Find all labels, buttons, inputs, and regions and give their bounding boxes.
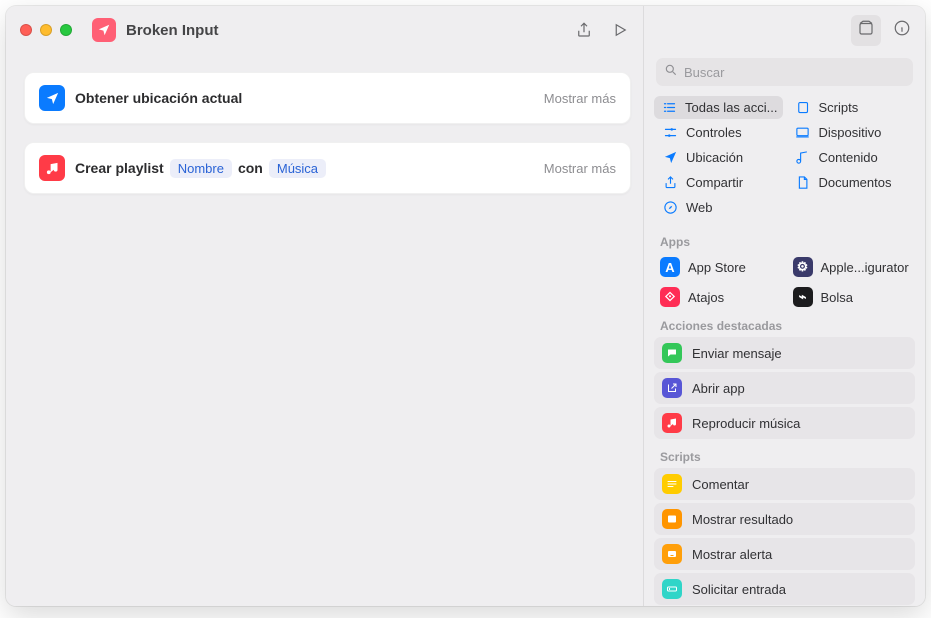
action-mid: con <box>238 160 263 176</box>
app-label: Atajos <box>688 290 724 305</box>
list-item[interactable]: Comentar <box>654 468 915 500</box>
titlebar-actions <box>575 21 629 39</box>
list-item[interactable]: Enviar mensaje <box>654 337 915 369</box>
app-label: Apple...igurator <box>821 260 909 275</box>
zoom-window-button[interactable] <box>60 24 72 36</box>
scripts-section-label: Scripts <box>644 442 925 468</box>
traffic-lights <box>20 24 72 36</box>
list-item-label: Abrir app <box>692 381 745 396</box>
action-card-playlist[interactable]: Crear playlist Nombre con Música Mostrar… <box>24 142 631 194</box>
doc-icon <box>795 175 811 190</box>
library-pane: Todas las acci... Scripts Controles Disposi… <box>643 6 925 606</box>
action-card-location[interactable]: Obtener ubicación actual Mostrar más <box>24 72 631 124</box>
list-item-label: Comentar <box>692 477 749 492</box>
category-device[interactable]: Dispositivo <box>787 121 916 144</box>
list-item-label: Enviar mensaje <box>692 346 782 361</box>
workflow-canvas[interactable]: Obtener ubicación actual Mostrar más Cre… <box>6 54 643 606</box>
category-label: Todas las acci... <box>685 100 778 115</box>
music-icon <box>662 413 682 433</box>
run-button[interactable] <box>611 21 629 39</box>
lines-icon <box>662 474 682 494</box>
alert-icon <box>662 544 682 564</box>
show-more-button[interactable]: Mostrar más <box>544 91 616 106</box>
scripts-list: Comentar Mostrar resultado Mostrar alerta S… <box>644 468 925 606</box>
category-doc[interactable]: Documentos <box>787 171 916 194</box>
app-item[interactable]: A App Store <box>654 253 783 281</box>
category-label: Web <box>686 200 713 215</box>
featured-section-label: Acciones destacadas <box>644 311 925 337</box>
app-item[interactable]: ⌁ Bolsa <box>787 283 916 311</box>
category-grid: Todas las acci... Scripts Controles Disposi… <box>644 96 925 227</box>
window: Broken Input Obtener ubicación actual <box>6 6 925 606</box>
titlebar: Broken Input <box>6 6 643 54</box>
category-location[interactable]: Ubicación <box>654 146 783 169</box>
category-label: Compartir <box>686 175 743 190</box>
library-scroll[interactable]: Todas las acci... Scripts Controles Disposi… <box>644 96 925 606</box>
share-button[interactable] <box>575 21 593 39</box>
list-item-label: Mostrar resultado <box>692 512 793 527</box>
search-input[interactable] <box>684 65 905 80</box>
minimize-window-button[interactable] <box>40 24 52 36</box>
shortcut-app-icon <box>92 18 116 42</box>
app-item[interactable]: ⚙ Apple...igurator <box>787 253 916 281</box>
list-item-label: Mostrar alerta <box>692 547 772 562</box>
category-share[interactable]: Compartir <box>654 171 783 194</box>
list-item[interactable]: Solicitar entrada <box>654 573 915 605</box>
list-icon <box>662 100 677 115</box>
result-icon <box>662 509 682 529</box>
category-label: Scripts <box>819 100 859 115</box>
search-box[interactable] <box>656 58 913 86</box>
featured-list: Enviar mensaje Abrir app Reproducir música <box>644 337 925 439</box>
app-icon: ⟐ <box>660 287 680 307</box>
action-prefix: Crear playlist <box>75 160 164 176</box>
list-item[interactable]: Mostrar resultado <box>654 503 915 535</box>
app-label: Bolsa <box>821 290 854 305</box>
apps-section-label: Apps <box>644 227 925 253</box>
device-icon <box>795 125 811 140</box>
controls-icon <box>662 125 678 140</box>
action-title: Obtener ubicación actual <box>75 90 242 106</box>
category-label: Controles <box>686 125 742 140</box>
app-icon: ⌁ <box>793 287 813 307</box>
playlist-source-token[interactable]: Música <box>269 159 326 178</box>
search-icon <box>664 63 678 82</box>
location-arrow-icon <box>39 85 65 111</box>
list-item-label: Solicitar entrada <box>692 582 786 597</box>
category-label: Contenido <box>819 150 878 165</box>
library-titlebar <box>644 6 925 54</box>
script-icon <box>795 100 811 115</box>
list-item[interactable]: Mostrar alerta <box>654 538 915 570</box>
bubble-icon <box>662 343 682 363</box>
show-more-button[interactable]: Mostrar más <box>544 161 616 176</box>
category-label: Dispositivo <box>819 125 882 140</box>
category-script[interactable]: Scripts <box>787 96 916 119</box>
app-icon: ⚙ <box>793 257 813 277</box>
share-icon <box>662 175 678 190</box>
category-list[interactable]: Todas las acci... <box>654 96 783 119</box>
category-controls[interactable]: Controles <box>654 121 783 144</box>
category-note[interactable]: Contenido <box>787 146 916 169</box>
safari-icon <box>662 200 678 215</box>
input-icon <box>662 579 682 599</box>
category-safari[interactable]: Web <box>654 196 783 219</box>
list-item-label: Reproducir música <box>692 416 800 431</box>
library-toggle-button[interactable] <box>851 15 881 46</box>
app-label: App Store <box>688 260 746 275</box>
list-item[interactable]: Abrir app <box>654 372 915 404</box>
music-note-icon <box>39 155 65 181</box>
open-icon <box>662 378 682 398</box>
list-item[interactable]: Reproducir música <box>654 407 915 439</box>
editor-pane: Broken Input Obtener ubicación actual <box>6 6 643 606</box>
app-item[interactable]: ⟐ Atajos <box>654 283 783 311</box>
app-icon: A <box>660 257 680 277</box>
window-title: Broken Input <box>126 22 565 39</box>
category-label: Documentos <box>819 175 892 190</box>
location-icon <box>662 150 678 165</box>
note-icon <box>795 150 811 165</box>
category-label: Ubicación <box>686 150 743 165</box>
close-window-button[interactable] <box>20 24 32 36</box>
info-button[interactable] <box>893 19 911 42</box>
playlist-name-token[interactable]: Nombre <box>170 159 232 178</box>
apps-grid: A App Store ⚙ Apple...igurator ⟐ Atajos ⌁ Bolsa <box>644 253 925 311</box>
